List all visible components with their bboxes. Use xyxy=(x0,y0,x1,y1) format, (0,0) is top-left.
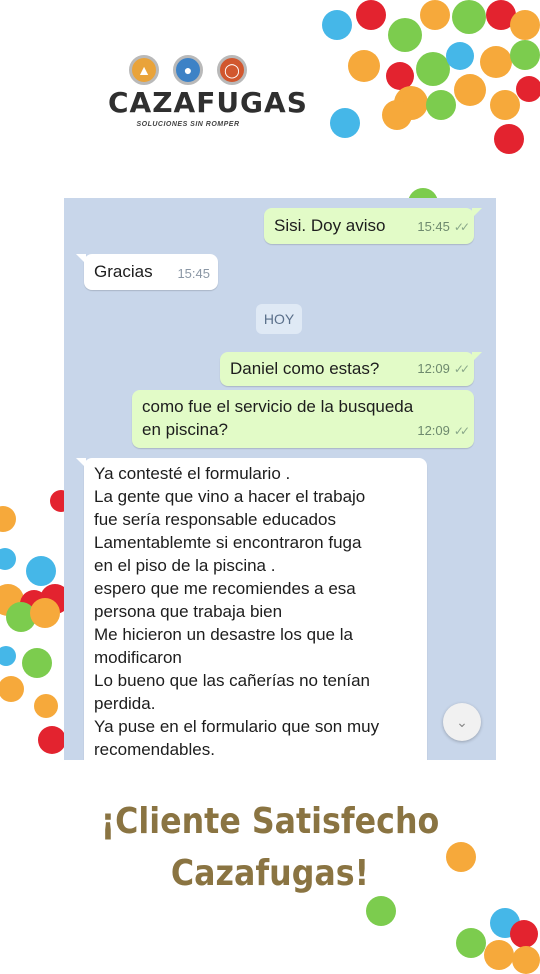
water-drop-icon: ● xyxy=(173,55,203,85)
fire-icon: ▲ xyxy=(129,55,159,85)
caption-line-2: Cazafugas! xyxy=(170,853,370,894)
message-bubble-incoming[interactable]: Gracias 15:45 xyxy=(76,254,218,290)
logo-icons: ▲ ● ◯ xyxy=(108,55,268,85)
message-time: 15:45 xyxy=(417,219,450,234)
brand-tagline: SOLUCIONES SIN ROMPER xyxy=(136,120,240,128)
chevron-down-icon: ⌄ xyxy=(456,714,468,730)
message-bubble-outgoing[interactable]: Sisi. Doy aviso 15:45 ✓✓ xyxy=(264,208,482,244)
read-ticks-icon: ✓✓ xyxy=(453,362,470,376)
message-meta: 12:09 ✓✓ xyxy=(417,357,470,381)
message-bubble-incoming[interactable]: Ya contesté el formulario . La gente que… xyxy=(76,458,427,760)
brand-name: CAZAFUGAS xyxy=(108,86,308,119)
message-meta: 12:09 ✓✓ xyxy=(417,419,470,443)
brand-logo: ▲ ● ◯ CAZAFUGAS SOLUCIONES SIN ROMPER xyxy=(108,55,308,128)
gas-meter-icon: ◯ xyxy=(217,55,247,85)
read-ticks-icon: ✓✓ xyxy=(453,220,470,234)
message-meta: 15:45 ✓✓ xyxy=(417,215,470,239)
message-time: 12:09 xyxy=(417,423,450,438)
message-time: 15:45 xyxy=(177,266,210,281)
message-bubble-outgoing[interactable]: Daniel como estas? 12:09 ✓✓ xyxy=(220,352,482,386)
day-separator: HOY xyxy=(256,304,302,334)
message-time: 12:09 xyxy=(417,361,450,376)
caption: ¡Cliente Satisfecho Cazafugas! xyxy=(32,796,507,900)
scroll-down-button[interactable]: ⌄ xyxy=(443,703,481,741)
chat-screenshot[interactable]: Sisi. Doy aviso 15:45 ✓✓ Gracias 15:45 HO… xyxy=(64,198,496,760)
message-text: como fue el servicio de la busqueda en p… xyxy=(142,397,414,439)
read-ticks-icon: ✓✓ xyxy=(453,424,470,438)
caption-line-1: ¡Cliente Satisfecho xyxy=(100,801,440,842)
message-text: Ya contesté el formulario . La gente que… xyxy=(94,464,380,759)
message-bubble-outgoing[interactable]: como fue el servicio de la busqueda en p… xyxy=(132,390,474,448)
